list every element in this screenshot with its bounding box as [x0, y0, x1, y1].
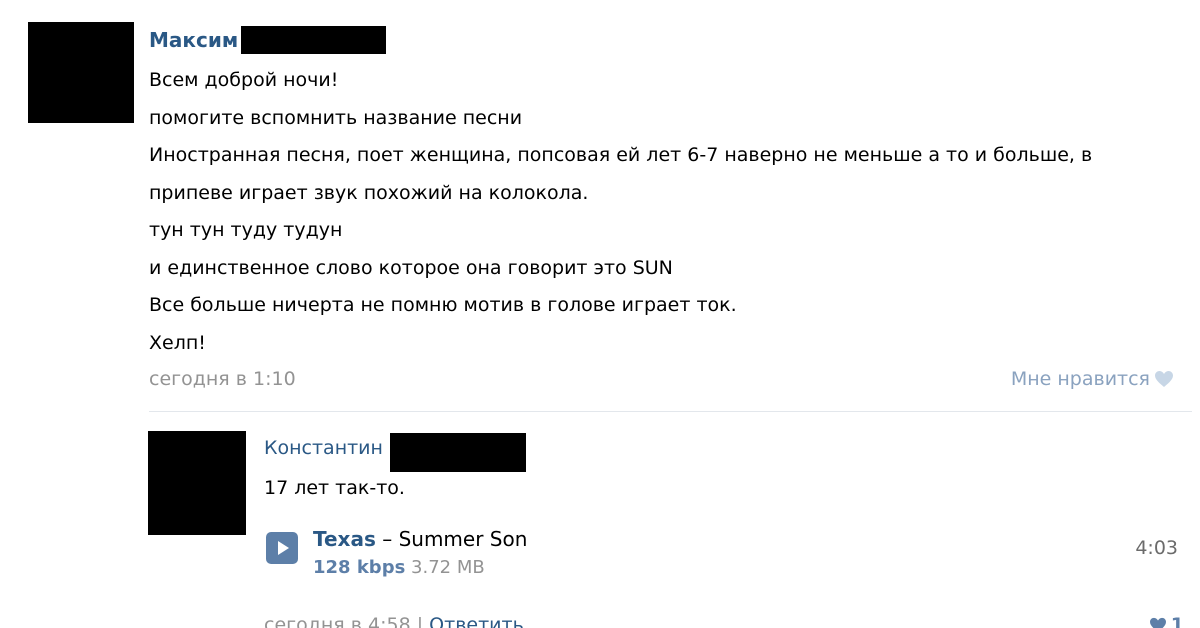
heart-icon — [1155, 371, 1173, 387]
post-comments-divider — [149, 411, 1192, 412]
post-text-line: и единственное слово которое она говорит… — [149, 256, 673, 279]
page: Максим Всем доброй ночи! помогите вспомн… — [0, 0, 1200, 628]
audio-duration: 4:03 — [1135, 537, 1178, 559]
post-text-line: Хелп! — [149, 331, 206, 354]
wall-post: Максим Всем доброй ночи! помогите вспомн… — [0, 0, 1200, 628]
audio-song-title: Summer Son — [398, 527, 528, 551]
post-author-avatar-redacted[interactable] — [28, 22, 134, 123]
audio-bitrate: 128 kbps — [313, 557, 406, 578]
post-text-line: Иностранная песня, поет женщина, попсова… — [149, 144, 1093, 166]
comment-like-button[interactable]: 1 — [1149, 614, 1184, 628]
comment-like-count: 1 — [1170, 614, 1184, 628]
post-like-button[interactable]: Мне нравится — [1011, 368, 1174, 390]
audio-size: 3.72 MB — [411, 557, 485, 578]
audio-separator: – — [375, 527, 399, 551]
heart-icon — [1149, 617, 1166, 628]
post-text-line: припеве играет звук похожий на колокола. — [149, 181, 589, 204]
audio-title-line: Texas – Summer Son — [313, 527, 527, 551]
audio-meta: 128 kbps 3.72 MB — [313, 557, 485, 578]
post-text-line: Все больше ничерта не помню мотив в голо… — [149, 294, 737, 316]
comment-date-link[interactable]: сегодня в 4:58 — [264, 614, 411, 628]
comment-author-surname-redacted — [390, 433, 526, 472]
audio-artist-link[interactable]: Texas — [313, 527, 376, 551]
post-like-label: Мне нравится — [1010, 368, 1150, 390]
post-text-line: помогите вспомнить название песни — [149, 106, 523, 129]
post-text-line: тун тун туду тудун — [149, 219, 343, 241]
comment-author-name[interactable]: Константин — [264, 437, 383, 459]
audio-attachment: Texas – Summer Son 128 kbps 3.72 MB 4:03 — [264, 527, 1184, 582]
comment-footer: сегодня в 4:58 | Ответить — [264, 614, 524, 628]
comment-footer-separator: | — [410, 614, 430, 628]
play-icon[interactable] — [266, 532, 298, 564]
post-author-name[interactable]: Максим — [149, 28, 238, 52]
post-text: Всем доброй ночи! помогите вспомнить наз… — [149, 62, 1159, 362]
post-author-surname-redacted — [241, 26, 386, 54]
comment-text: 17 лет так-то. — [264, 477, 405, 499]
comment-author-avatar-redacted[interactable] — [148, 431, 246, 535]
post-text-line: Всем доброй ночи! — [149, 69, 339, 91]
reply-button[interactable]: Ответить — [429, 614, 524, 628]
post-date-link[interactable]: сегодня в 1:10 — [149, 368, 296, 390]
